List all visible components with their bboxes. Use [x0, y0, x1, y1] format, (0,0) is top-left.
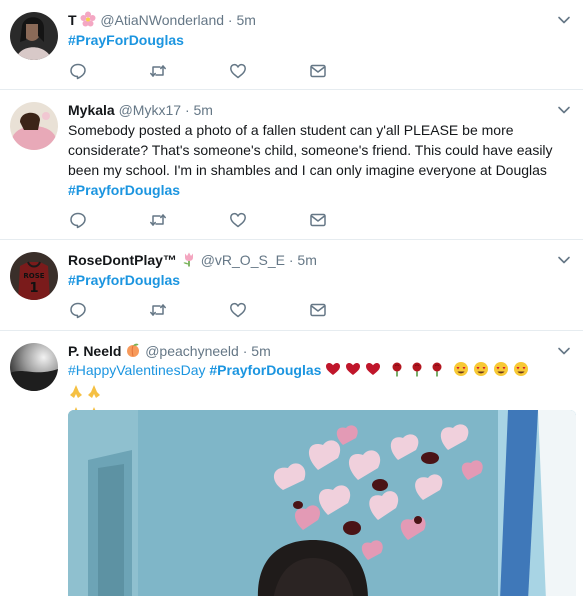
tweet-header: Mykala @Mykx17 · 5m: [68, 101, 543, 119]
envelope-icon[interactable]: [309, 211, 329, 231]
reply-icon[interactable]: [69, 62, 89, 82]
hashtag-link[interactable]: #HappyValentinesDay: [68, 362, 206, 378]
tweet-actions: [68, 301, 338, 321]
display-name[interactable]: T: [68, 12, 77, 28]
envelope-icon[interactable]: [309, 62, 329, 82]
tweet-header: T @AtiaNWonderland · 5m: [68, 11, 543, 31]
tweet-text: Somebody posted a photo of a fallen stud…: [68, 120, 569, 200]
separator-dot: ·: [227, 12, 233, 28]
chevron-down-icon[interactable]: [557, 344, 571, 358]
tulip-emoji: [181, 251, 197, 271]
tweet-feed: T @AtiaNWonderland · 5m #PrayForDouglas: [0, 0, 583, 596]
tweet-1[interactable]: T @AtiaNWonderland · 5m #PrayForDouglas: [0, 0, 583, 90]
tweet-header: RoseDontPlay™ @vR_O_S_E · 5m: [68, 251, 543, 271]
tweet-3[interactable]: ROSE 1 RoseDontPlay™ @vR_O_S_E · 5m #Pra…: [0, 240, 583, 331]
tweet-header: P. Neeld @peachyneeld · 5m: [68, 342, 543, 362]
display-name[interactable]: RoseDontPlay™: [68, 252, 177, 268]
peach-emoji: [125, 342, 141, 362]
tweet-photo[interactable]: [68, 410, 576, 596]
chevron-down-icon[interactable]: [557, 253, 571, 267]
heart-icon[interactable]: [229, 211, 249, 231]
display-name[interactable]: P. Neeld: [68, 343, 121, 359]
separator-dot: ·: [184, 102, 190, 118]
reply-icon[interactable]: [69, 301, 89, 321]
timestamp[interactable]: 5m: [236, 12, 255, 28]
timestamp[interactable]: 5m: [251, 343, 270, 359]
tweet-2[interactable]: Mykala @Mykx17 · 5m Somebody posted a ph…: [0, 90, 583, 240]
reply-icon[interactable]: [69, 211, 89, 231]
jersey-name: ROSE: [23, 272, 44, 280]
user-handle[interactable]: @Mykx17: [119, 102, 181, 118]
tweet-text: #PrayForDouglas: [68, 30, 569, 50]
hashtag-link[interactable]: #PrayforDouglas: [209, 362, 321, 378]
avatar[interactable]: [10, 343, 58, 391]
retweet-icon[interactable]: [149, 62, 169, 82]
avatar[interactable]: [10, 12, 58, 60]
hashtag-link[interactable]: #PrayforDouglas: [68, 272, 180, 288]
retweet-icon[interactable]: [149, 211, 169, 231]
separator-dot: ·: [288, 252, 294, 268]
chevron-down-icon[interactable]: [557, 13, 571, 27]
timestamp[interactable]: 5m: [297, 252, 316, 268]
cherry-blossom-emoji: [80, 11, 96, 31]
user-handle[interactable]: @peachyneeld: [145, 343, 239, 359]
jersey-number: 1: [29, 281, 38, 296]
praying-hands-emoji-row: [68, 383, 104, 404]
hashtag-link[interactable]: #PrayForDouglas: [68, 32, 184, 48]
heart-emoji-row: [325, 361, 389, 382]
tweet-actions: [68, 211, 338, 231]
user-handle[interactable]: @AtiaNWonderland: [100, 12, 224, 28]
heart-icon[interactable]: [229, 62, 249, 82]
timestamp[interactable]: 5m: [194, 102, 213, 118]
avatar[interactable]: ROSE 1: [10, 252, 58, 300]
tweet-actions: [68, 62, 338, 82]
tweet-text: #PrayforDouglas: [68, 270, 569, 290]
separator-dot: ·: [242, 343, 248, 359]
user-handle[interactable]: @vR_O_S_E: [201, 252, 285, 268]
heart-eyes-emoji-row: [453, 361, 537, 382]
envelope-icon[interactable]: [309, 301, 329, 321]
heart-icon[interactable]: [229, 301, 249, 321]
tweet-body: Somebody posted a photo of a fallen stud…: [68, 122, 553, 178]
hashtag-link[interactable]: #PrayforDouglas: [68, 182, 180, 198]
display-name[interactable]: Mykala: [68, 102, 115, 118]
rose-emoji-row: [389, 361, 453, 382]
chevron-down-icon[interactable]: [557, 103, 571, 117]
avatar[interactable]: [10, 102, 58, 150]
retweet-icon[interactable]: [149, 301, 169, 321]
